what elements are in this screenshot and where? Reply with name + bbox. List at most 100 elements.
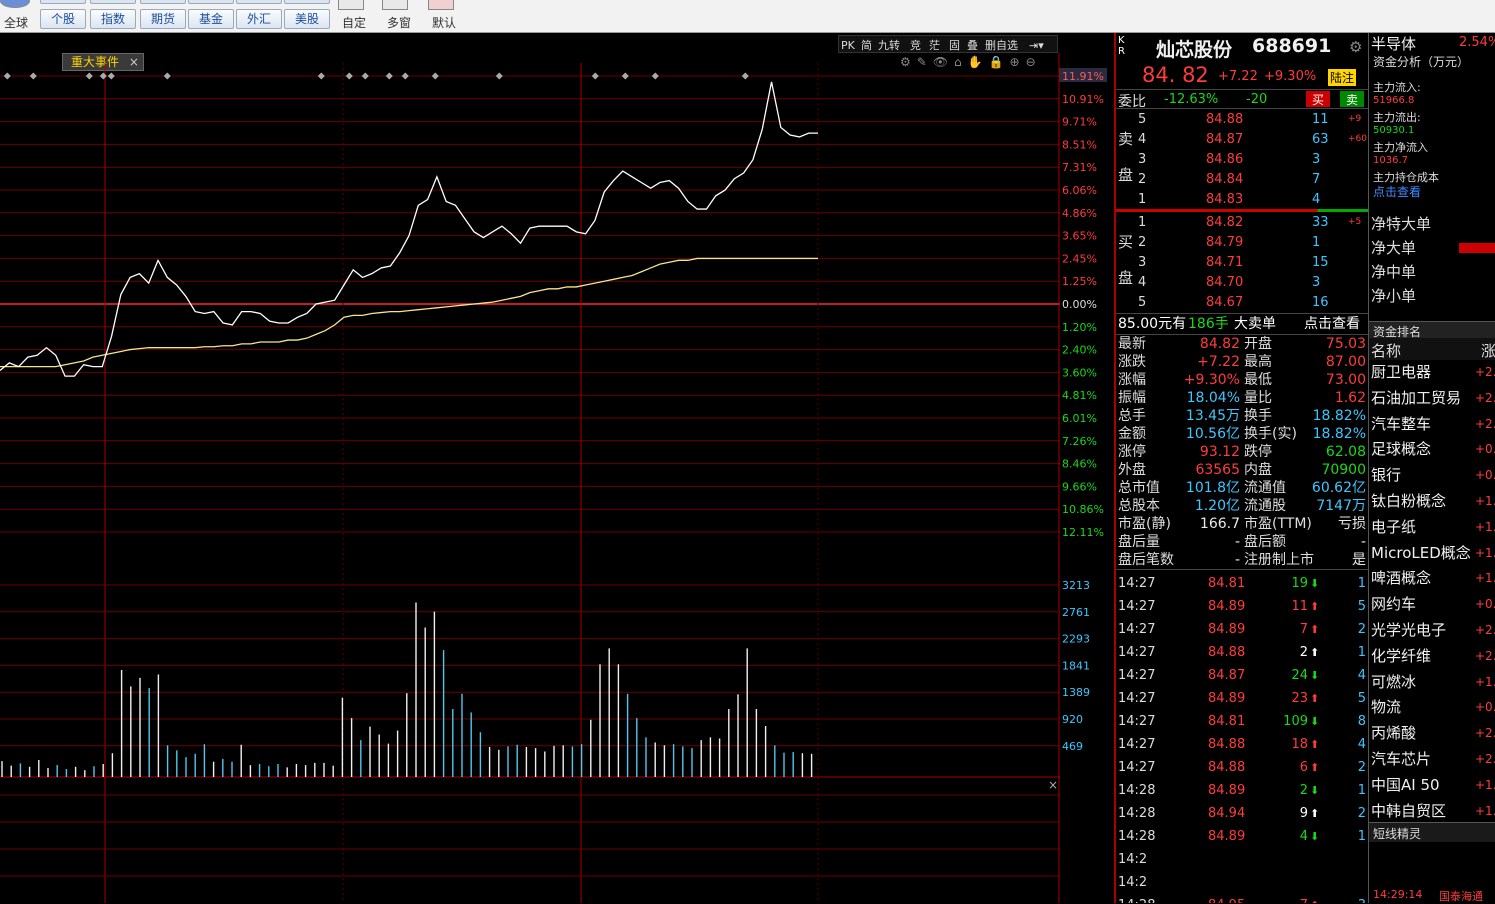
big-order-row[interactable]: 85.00元有 186手 大卖单 点击查看 — [1116, 313, 1368, 335]
toolbar-custom-label[interactable]: 自定 — [342, 14, 366, 31]
bid-row[interactable]: 1 84.82 33 +5 — [1116, 213, 1368, 233]
toolbar-top-btn[interactable] — [140, 0, 186, 4]
rank-row[interactable]: 中韩自贸区 +1. — [1369, 799, 1495, 823]
tick-price: 84.94 — [1208, 806, 1246, 821]
tick-row[interactable]: 14:27 84.89 23 ⬆ 5 — [1116, 689, 1368, 709]
tick-row[interactable]: 14:28 84.95 7⬆ 3 — [1116, 896, 1368, 903]
toolbar-label-global[interactable]: 全球 — [4, 14, 28, 31]
tick-row[interactable]: 14:27 84.81 19 ⬇ 1 — [1116, 574, 1368, 594]
tick-row[interactable]: 14:27 84.89 7 ⬆ 2 — [1116, 620, 1368, 640]
globe-icon[interactable] — [0, 0, 30, 8]
last-price: 84. 82 — [1142, 63, 1209, 87]
rank-row[interactable]: 银行 +0. — [1369, 463, 1495, 487]
tick-row[interactable]: 14:28 84.94 9 ⬆ 2 — [1116, 804, 1368, 824]
tab-futures[interactable]: 期货 — [140, 9, 186, 29]
rank-row[interactable]: 厨卫电器 +2. — [1369, 360, 1495, 384]
tick-row[interactable]: 14:27 84.88 2 ⬆ 1 — [1116, 643, 1368, 663]
rank-row[interactable]: 啤酒概念 +1. — [1369, 566, 1495, 590]
col-pct[interactable]: 涨 — [1481, 340, 1495, 361]
rank-row[interactable]: 汽车芯片 +2. — [1369, 747, 1495, 771]
tab-index[interactable]: 指数 — [90, 9, 136, 29]
rank-row[interactable]: 汽车整车 +2. — [1369, 412, 1495, 436]
big-order-link[interactable]: 点击查看 — [1304, 314, 1360, 334]
rank-row[interactable]: MicroLED概念 +1. — [1369, 541, 1495, 565]
rank-row[interactable]: 网约车 +0. — [1369, 592, 1495, 616]
buy-button[interactable]: 买 — [1306, 91, 1330, 107]
toolbar-top-btn[interactable] — [90, 0, 136, 4]
ask-vol-change: +60 — [1348, 134, 1367, 144]
toolbar-top-btn[interactable] — [40, 0, 86, 4]
stat-label: 盘后笔数 — [1118, 552, 1174, 568]
tick-time: 14:28 — [1118, 829, 1156, 844]
rank-list[interactable]: 厨卫电器 +2. 石油加工贸易 +2. 汽车整车 +2. 足球概念 +0. 银行 +0. 钛白粉概念… — [1369, 360, 1495, 826]
ask-row[interactable]: 1 84.83 4 — [1116, 190, 1368, 210]
ask-volume: 11 — [1312, 112, 1329, 127]
toolbar-multiwindow-label[interactable]: 多窗 — [387, 14, 411, 31]
tick-row[interactable]: 14:28 84.89 4 ⬇ 1 — [1116, 827, 1368, 847]
event-marker — [29, 72, 37, 80]
tick-price: 84.81 — [1208, 714, 1246, 729]
stat-value: +9.30% — [1183, 372, 1240, 388]
cost-link[interactable]: 点击查看 — [1373, 183, 1421, 200]
tick-row[interactable]: 14:28 84.89 2 ⬇ 1 — [1116, 781, 1368, 801]
ask-price: 84.88 — [1206, 112, 1244, 127]
gear-icon[interactable]: ⚙ — [1349, 38, 1362, 56]
stat-value: 70900 — [1321, 462, 1366, 478]
stat-value: 101.8亿 — [1185, 480, 1240, 496]
rank-name: 足球概念 — [1371, 440, 1432, 459]
tab-us-stock[interactable]: 美股 — [284, 9, 330, 29]
tick-row[interactable]: 14:27 84.89 11 ⬆ 5 — [1116, 597, 1368, 617]
tab-stock[interactable]: 个股 — [40, 9, 86, 29]
tab-fund[interactable]: 基金 — [188, 9, 234, 29]
default-layout-icon[interactable] — [428, 0, 454, 10]
rank-row[interactable]: 石油加工贸易 +2. — [1369, 386, 1495, 410]
sprite-header[interactable]: 短线精灵 — [1369, 822, 1495, 842]
sell-button[interactable]: 卖 — [1340, 91, 1364, 107]
tick-row[interactable]: 14:27 84.88 6 ⬆ 2 — [1116, 758, 1368, 778]
toolbar-top-btn[interactable] — [236, 0, 282, 4]
tick-row[interactable]: 14:2 — [1116, 873, 1368, 893]
stat-label: 盘后量 — [1118, 534, 1160, 550]
bid-row[interactable]: 4 84.70 3 — [1116, 273, 1368, 293]
tick-row[interactable]: 14:2 — [1116, 850, 1368, 870]
rank-row[interactable]: 物流 +0. — [1369, 695, 1495, 719]
ask-row[interactable]: 5 84.88 11 +9 — [1116, 110, 1368, 130]
bid-row[interactable]: 2 84.79 1 — [1116, 233, 1368, 253]
tick-count: 5 — [1357, 599, 1366, 614]
tick-time: 14:2 — [1118, 875, 1148, 890]
stat-value: 1.62 — [1334, 390, 1366, 406]
tick-row[interactable]: 14:27 84.87 24 ⬇ 4 — [1116, 666, 1368, 686]
stat-row: 盘后笔数 - 注册制上市 是 — [1116, 551, 1368, 569]
custom-icon[interactable] — [338, 0, 364, 10]
tick-row[interactable]: 14:27 84.81 109 ⬇ 8 — [1116, 712, 1368, 732]
bid-row[interactable]: 5 84.67 16 — [1116, 293, 1368, 313]
ask-book: 5 84.88 11 +9 4 84.87 63 +60 3 84.86 3 2 84.84 7 1 84.8… — [1116, 110, 1368, 210]
intraday-chart-area[interactable]: PK 简 九转 竞 茫 固 叠 删自选 ⇥▾ 重大事件 × ⚙✎👁⌂✋🔒⊕⊖ 1… — [0, 33, 1114, 903]
bid-row[interactable]: 3 84.71 15 — [1116, 253, 1368, 273]
rank-row[interactable]: 足球概念 +0. — [1369, 437, 1495, 461]
rank-row[interactable]: 可燃冰 +1. — [1369, 670, 1495, 694]
tick-list[interactable]: 14:27 84.81 19 ⬇ 1 14:27 84.89 11 ⬆ 5 14:27 84.89 7 ⬆… — [1116, 569, 1368, 903]
ask-row[interactable]: 2 84.84 7 — [1116, 170, 1368, 190]
col-name[interactable]: 名称 — [1371, 340, 1401, 361]
tab-forex[interactable]: 外汇 — [236, 9, 282, 29]
rank-row[interactable]: 钛白粉概念 +1. — [1369, 489, 1495, 513]
stat-label: 开盘 — [1244, 336, 1272, 352]
ask-row[interactable]: 3 84.86 3 — [1116, 150, 1368, 170]
rank-row[interactable]: 光学光电子 +2. — [1369, 618, 1495, 642]
toolbar-default-label[interactable]: 默认 — [432, 14, 456, 31]
tick-row[interactable]: 14:27 84.88 18 ⬆ 4 — [1116, 735, 1368, 755]
broker-name: 国泰海通 — [1439, 890, 1483, 903]
toolbar-top-btn[interactable] — [188, 0, 234, 4]
ask-row[interactable]: 4 84.87 63 +60 — [1116, 130, 1368, 150]
toolbar-top-btn[interactable] — [284, 0, 330, 4]
rank-row[interactable]: 电子纸 +1. — [1369, 515, 1495, 539]
rank-row[interactable]: 化学纤维 +2. — [1369, 644, 1495, 668]
rank-row[interactable]: 丙烯酸 +2. — [1369, 721, 1495, 745]
tick-count: 1 — [1357, 645, 1366, 660]
main-out-value: 50930.1 — [1373, 125, 1415, 136]
rank-row[interactable]: 中国AI 50 +1. — [1369, 773, 1495, 797]
multi-window-icon[interactable] — [382, 0, 408, 10]
sector-name[interactable]: 半导体 — [1371, 33, 1416, 54]
tick-time: 14:27 — [1118, 691, 1156, 706]
